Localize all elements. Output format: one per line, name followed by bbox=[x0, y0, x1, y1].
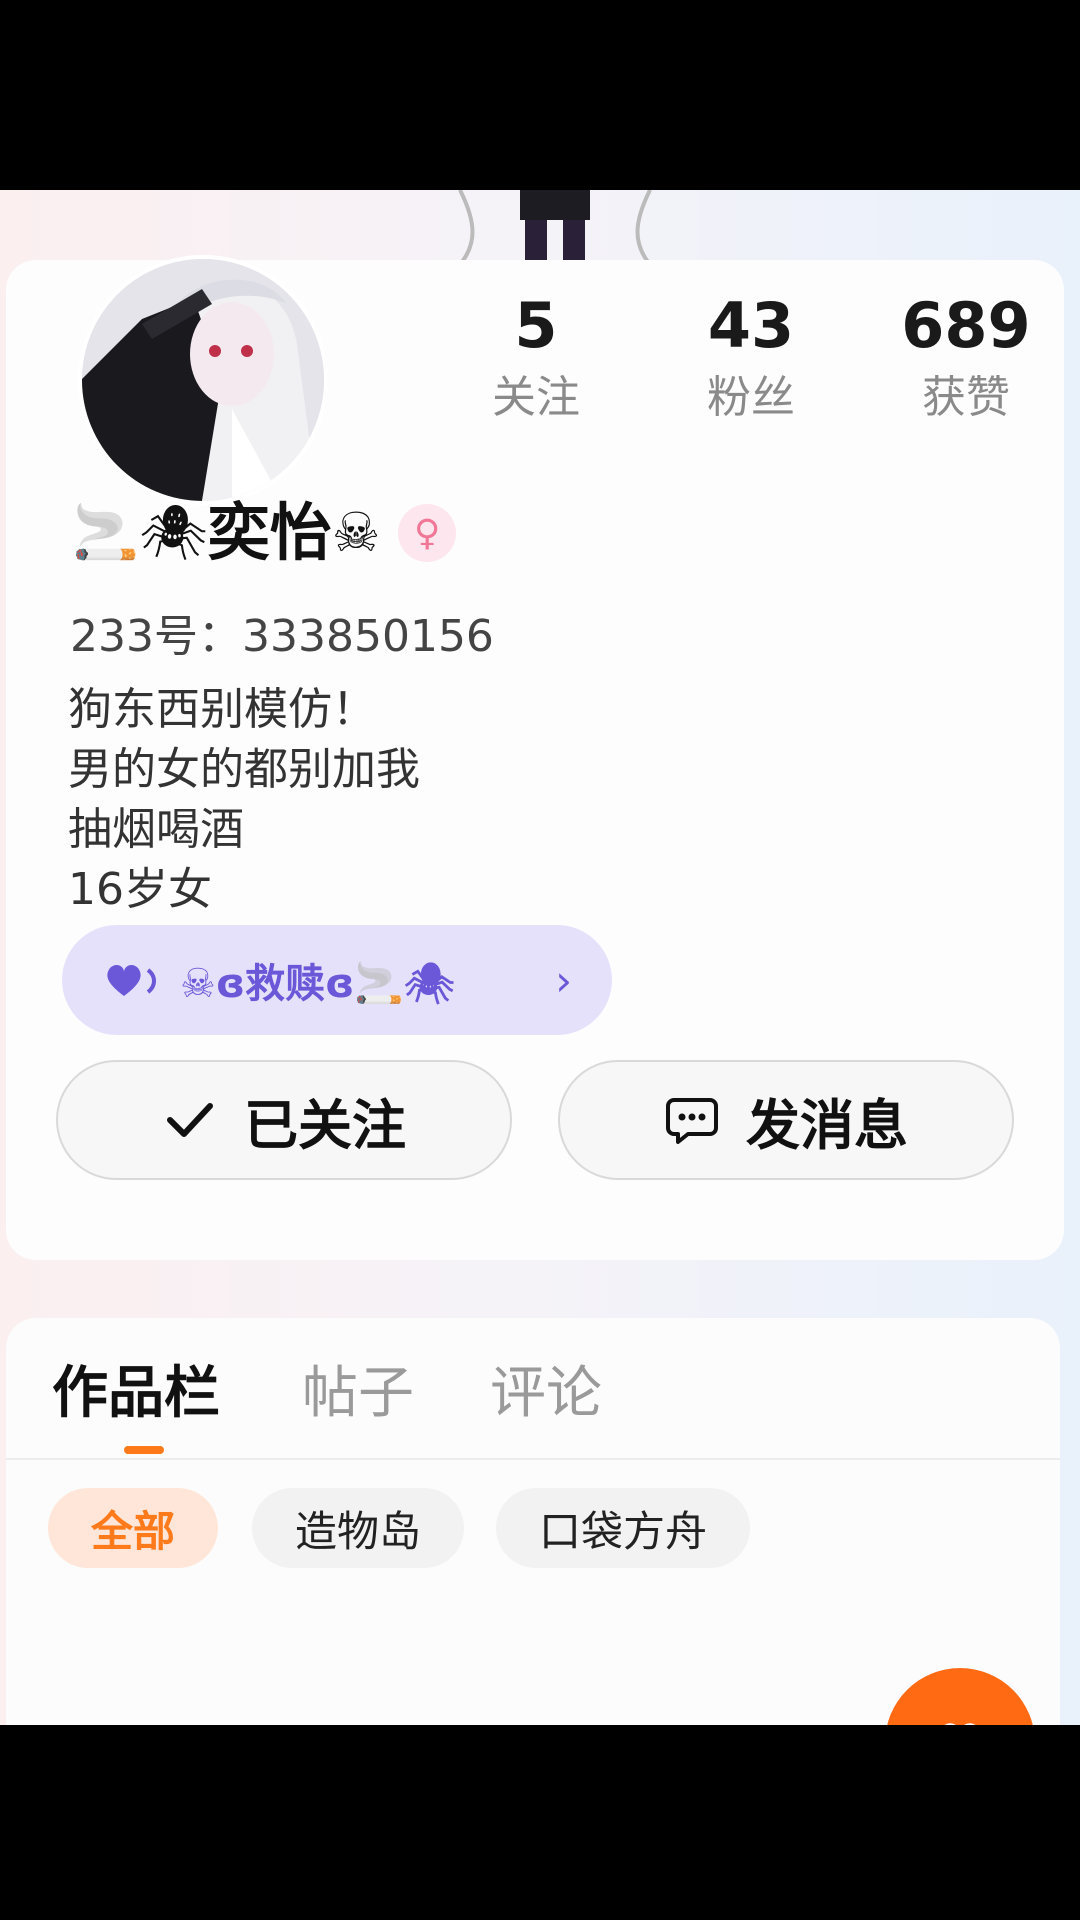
username: 奕怡 bbox=[207, 496, 332, 569]
content-tabs-card: 作品栏 帖子 评论 全部 造物岛 口袋方舟 bbox=[6, 1318, 1060, 1725]
chevron-right-icon: › bbox=[555, 955, 572, 1005]
bio-line: 抽烟喝酒 bbox=[68, 804, 244, 855]
filter-chip-pocket-ark[interactable]: 口袋方舟 bbox=[496, 1488, 750, 1568]
fans-count: 43 bbox=[707, 289, 795, 362]
user-id: 233号：333850156 bbox=[70, 611, 494, 662]
stat-following[interactable]: 5 关注 bbox=[436, 290, 636, 430]
following-label: 关注 bbox=[492, 372, 580, 423]
following-count: 5 bbox=[514, 289, 558, 362]
username-prefix-emoji: 🚬🕷 bbox=[72, 501, 208, 564]
username-row: 🚬🕷 奕怡 ☠ ♀ bbox=[72, 488, 457, 578]
stat-fans[interactable]: 43 粉丝 bbox=[651, 290, 851, 430]
profile-card: 5 关注 43 粉丝 689 获赞 🚬🕷 奕怡 ☠ ♀ 233号：3338501… bbox=[6, 255, 1064, 1260]
bio-line: 16岁女 bbox=[68, 864, 212, 915]
bio-line: 男的女的都别加我 bbox=[68, 744, 420, 795]
bio-line: 狗东西别模仿！ bbox=[68, 684, 376, 735]
check-icon bbox=[167, 1103, 213, 1137]
active-tab-indicator bbox=[124, 1446, 164, 1454]
heart-icon bbox=[944, 1723, 976, 1725]
following-button[interactable]: 已关注 bbox=[56, 1060, 512, 1180]
bio: 狗东西别模仿！ 男的女的都别加我 抽烟喝酒 16岁女 bbox=[68, 680, 420, 920]
tab-comments[interactable]: 评论 bbox=[490, 1348, 602, 1429]
send-message-button[interactable]: 发消息 bbox=[558, 1060, 1014, 1180]
avatar[interactable] bbox=[78, 255, 328, 505]
tab-works[interactable]: 作品栏 bbox=[52, 1348, 220, 1429]
stats-row: 5 关注 43 粉丝 689 获赞 bbox=[436, 290, 1056, 450]
profile-screen: 5 关注 43 粉丝 689 获赞 🚬🕷 奕怡 ☠ ♀ 233号：3338501… bbox=[0, 190, 1080, 1725]
tab-posts[interactable]: 帖子 bbox=[302, 1348, 414, 1429]
likes-label: 获赞 bbox=[922, 372, 1010, 423]
heart-icon bbox=[107, 965, 156, 996]
avatar-image bbox=[82, 259, 324, 501]
following-button-label: 已关注 bbox=[244, 1093, 406, 1157]
signature-pill[interactable]: ☠ɞ救赎ɞ🚬🕷 › bbox=[62, 925, 612, 1035]
filter-chip-creation-island[interactable]: 造物岛 bbox=[252, 1488, 464, 1568]
fans-label: 粉丝 bbox=[707, 372, 795, 423]
likes-count: 689 bbox=[901, 289, 1031, 362]
username-suffix-emoji: ☠ bbox=[331, 501, 381, 564]
send-message-label: 发消息 bbox=[746, 1093, 908, 1157]
female-gender-icon: ♀ bbox=[398, 504, 457, 562]
filter-chip-all[interactable]: 全部 bbox=[48, 1488, 218, 1568]
tab-divider bbox=[6, 1458, 1060, 1460]
message-icon bbox=[666, 1098, 718, 1144]
signature-text: ☠ɞ救赎ɞ🚬🕷 bbox=[180, 961, 455, 1007]
stat-likes[interactable]: 689 获赞 bbox=[866, 290, 1066, 430]
